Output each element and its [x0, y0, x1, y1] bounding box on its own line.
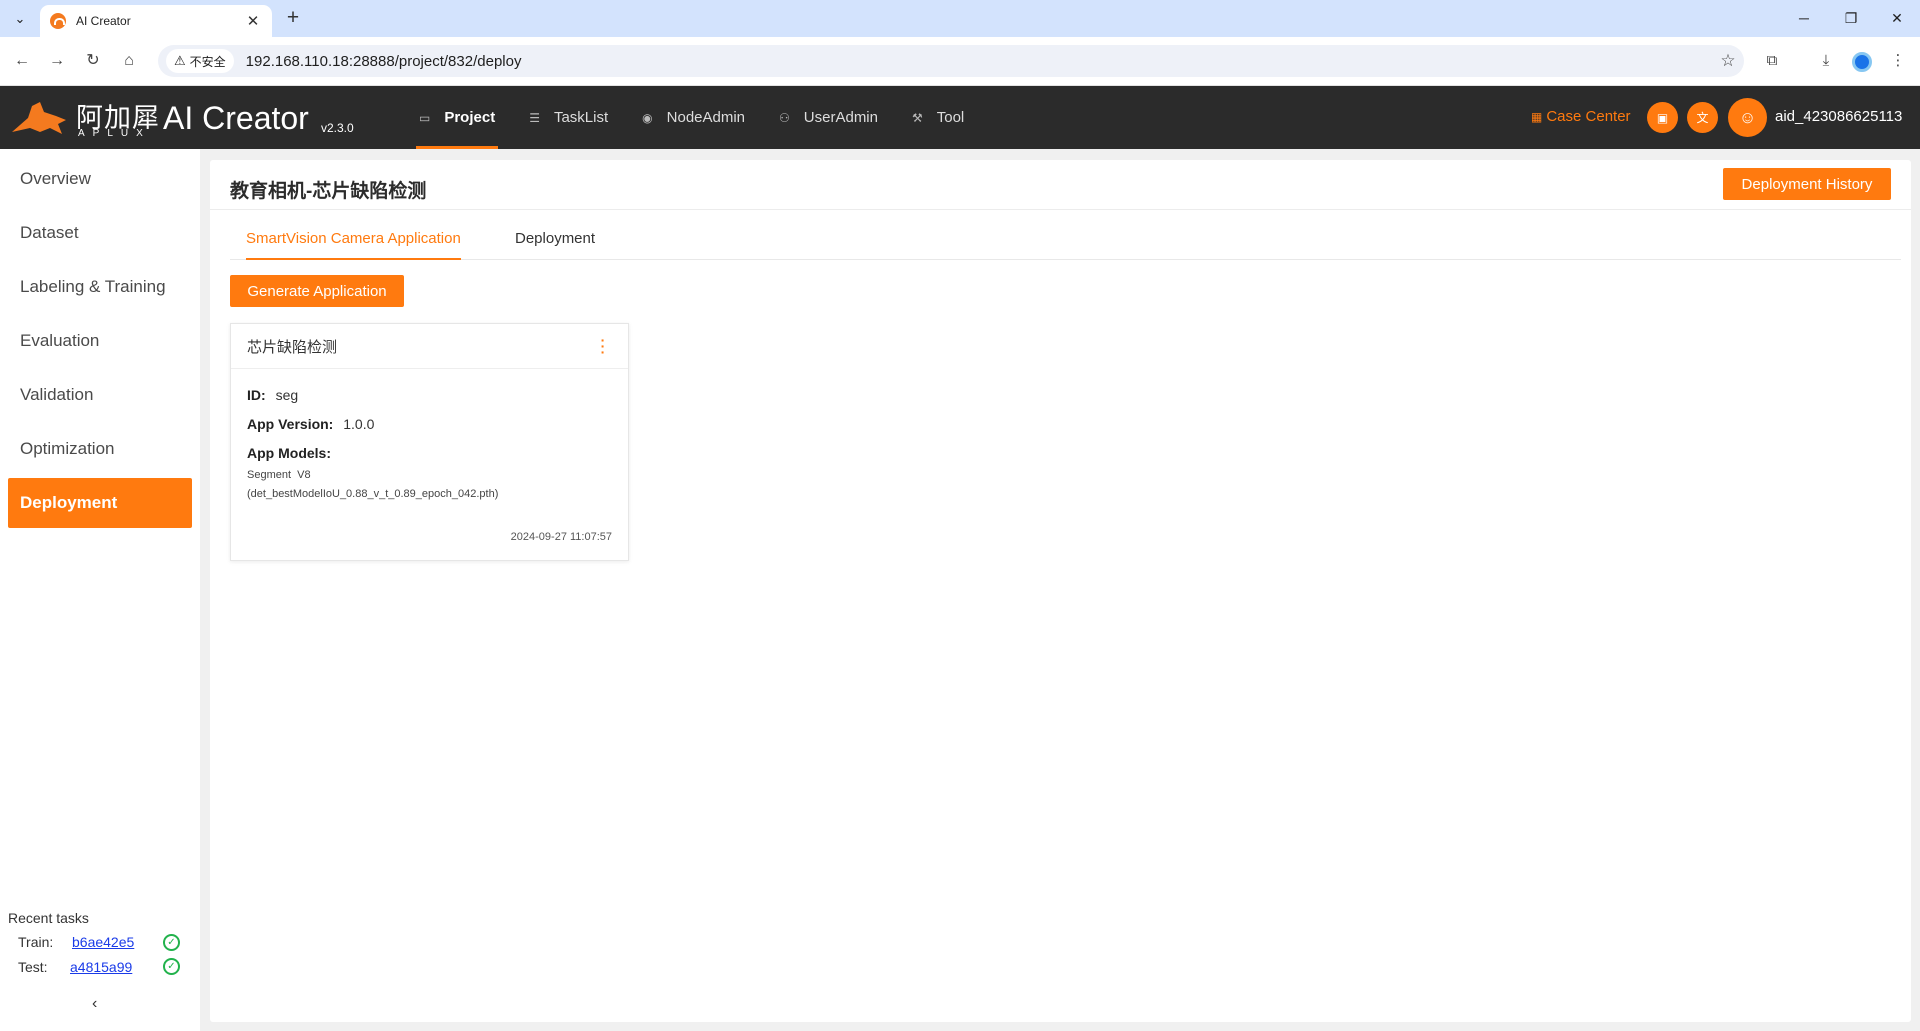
- sidebar-item-deployment[interactable]: Deployment: [8, 478, 192, 528]
- download-icon[interactable]: ⤓: [1814, 49, 1838, 73]
- app-models-field: App Models:: [247, 445, 612, 461]
- aplux-logo-icon: [12, 102, 66, 134]
- minimize-icon[interactable]: ─: [1789, 6, 1819, 30]
- tab-deployment[interactable]: Deployment: [515, 220, 595, 260]
- node-icon: ◉: [642, 110, 653, 125]
- sidebar-item-labeling-training[interactable]: Labeling & Training: [8, 262, 192, 312]
- new-tab-icon[interactable]: +: [282, 7, 304, 29]
- home-icon[interactable]: ⌂: [117, 49, 141, 73]
- browser-tab[interactable]: AI Creator ✕: [40, 5, 272, 37]
- main-nav: ▭ Project ☰ TaskList ◉ NodeAdmin ⚇ UserA…: [404, 86, 983, 149]
- recent-task-test-label: Test:: [18, 959, 48, 975]
- nav-project-label: Project: [444, 109, 496, 126]
- more-menu-icon[interactable]: ⋮: [1886, 49, 1910, 73]
- grid-icon: ▦: [1531, 109, 1543, 124]
- application-name: 芯片缺陷检测: [247, 338, 338, 356]
- nav-tool-label: Tool: [936, 109, 965, 126]
- tab-search-icon[interactable]: ⌄: [8, 8, 32, 30]
- sidebar-item-dataset[interactable]: Dataset: [8, 208, 192, 258]
- nav-nodeadmin[interactable]: ◉ NodeAdmin: [627, 86, 760, 149]
- nav-nodeadmin-label: NodeAdmin: [666, 109, 746, 126]
- translate-icon[interactable]: 文: [1687, 102, 1718, 133]
- recent-task-test-link[interactable]: a4815a99: [70, 959, 132, 975]
- generate-application-button[interactable]: Generate Application: [230, 275, 404, 307]
- page-title: 教育相机-芯片缺陷检测: [230, 181, 427, 202]
- recent-tasks-title: Recent tasks: [8, 910, 89, 926]
- browser-tabstrip: ⌄ AI Creator ✕ + ─ ❐ ✕: [0, 0, 1920, 37]
- success-check-icon: ✓: [163, 934, 180, 951]
- nav-useradmin-label: UserAdmin: [803, 109, 878, 126]
- nav-project[interactable]: ▭ Project: [404, 86, 510, 149]
- app-model-type: Segment V8: [247, 469, 311, 481]
- tab-smartvision-camera-application[interactable]: SmartVision Camera Application: [246, 220, 461, 260]
- profile-icon[interactable]: [1852, 52, 1872, 72]
- logo-english-text: APLUX: [78, 128, 151, 139]
- nav-useradmin[interactable]: ⚇ UserAdmin: [764, 86, 893, 149]
- app-id-value: seg: [275, 387, 299, 403]
- app-header: 阿加犀 APLUX AI Creator v2.3.0 ▭ Project ☰ …: [0, 86, 1920, 149]
- app-version: v2.3.0: [321, 121, 354, 135]
- nav-tasklist[interactable]: ☰ TaskList: [514, 86, 623, 149]
- sidebar-item-validation[interactable]: Validation: [8, 370, 192, 420]
- back-icon[interactable]: ←: [10, 49, 34, 73]
- app-title: AI Creator: [163, 100, 309, 136]
- app-version-value: 1.0.0: [343, 416, 375, 432]
- more-vertical-icon[interactable]: · · ·: [600, 333, 606, 359]
- app-models-label: App Models:: [247, 445, 331, 461]
- recent-task-train-label: Train:: [18, 934, 54, 950]
- close-window-icon[interactable]: ✕: [1882, 6, 1912, 30]
- main-content: 教育相机-芯片缺陷检测 Deployment History SmartVisi…: [210, 160, 1911, 1022]
- deployment-history-button[interactable]: Deployment History: [1723, 168, 1891, 200]
- sidebar-item-overview[interactable]: Overview: [8, 154, 192, 204]
- app-model-file: (det_bestModelIoU_0.88_v_t_0.89_epoch_04…: [247, 488, 499, 500]
- case-center-label: Case Center: [1546, 108, 1631, 125]
- username[interactable]: aid_423086625113: [1775, 108, 1902, 125]
- list-icon: ☰: [529, 110, 540, 125]
- security-label: 不安全: [189, 54, 226, 69]
- folder-icon: ▭: [419, 110, 431, 125]
- address-bar[interactable]: ⚠ 不安全 192.168.110.18:28888/project/832/d…: [158, 45, 1744, 77]
- app-version-field: App Version: 1.0.0: [247, 416, 612, 432]
- success-check-icon: ✓: [163, 958, 180, 975]
- forward-icon[interactable]: →: [45, 49, 69, 73]
- tab-close-icon[interactable]: ✕: [244, 12, 262, 30]
- application-card-header: 芯片缺陷检测 · · ·: [231, 324, 628, 369]
- wrench-icon: ⚒: [911, 110, 923, 125]
- extensions-icon[interactable]: ⧉: [1760, 49, 1784, 73]
- recent-task-train: Train: b6ae42e5: [18, 934, 134, 950]
- sidebar-item-optimization[interactable]: Optimization: [8, 424, 192, 474]
- nav-tool[interactable]: ⚒ Tool: [897, 86, 979, 149]
- browser-tab-title: AI Creator: [76, 14, 131, 28]
- url-text[interactable]: 192.168.110.18:28888/project/832/deploy: [246, 53, 1712, 70]
- aplux-favicon-icon: [50, 13, 66, 29]
- nav-tasklist-label: TaskList: [553, 109, 609, 126]
- security-chip[interactable]: ⚠ 不安全: [166, 49, 234, 73]
- app-id-label: ID:: [247, 387, 266, 403]
- application-card[interactable]: 芯片缺陷检测 · · · ID: seg App Version: 1.0.0 Ap…: [230, 323, 629, 561]
- content-tabs: SmartVision Camera Application Deploymen…: [230, 220, 1901, 260]
- warning-icon: ⚠: [174, 53, 186, 68]
- app-id-field: ID: seg: [247, 387, 612, 403]
- collapse-sidebar-icon[interactable]: ‹: [92, 995, 97, 1013]
- recent-task-train-link[interactable]: b6ae42e5: [72, 934, 134, 950]
- book-icon[interactable]: ▣: [1647, 102, 1678, 133]
- reload-icon[interactable]: ↻: [81, 49, 105, 73]
- case-center-link[interactable]: ▦ Case Center: [1531, 108, 1631, 125]
- bookmark-star-icon[interactable]: ☆: [1712, 51, 1744, 71]
- application-card-body: ID: seg App Version: 1.0.0 App Models: S…: [231, 369, 628, 504]
- users-icon: ⚇: [779, 110, 790, 125]
- sidebar-item-evaluation[interactable]: Evaluation: [8, 316, 192, 366]
- sidebar: Overview Dataset Labeling & Training Eva…: [0, 149, 200, 1031]
- browser-toolbar: ← → ↻ ⌂ ⚠ 不安全 192.168.110.18:28888/proje…: [0, 37, 1920, 86]
- user-avatar-icon[interactable]: ☺: [1728, 98, 1767, 137]
- application-timestamp: 2024-09-27 11:07:57: [510, 531, 612, 543]
- restore-icon[interactable]: ❐: [1836, 6, 1866, 30]
- recent-task-test: Test: a4815a99: [18, 959, 132, 975]
- header-divider: [210, 209, 1911, 210]
- app-version-label: App Version:: [247, 416, 334, 432]
- app-models-value: Segment V8 (det_bestModelIoU_0.88_v_t_0.…: [247, 466, 612, 504]
